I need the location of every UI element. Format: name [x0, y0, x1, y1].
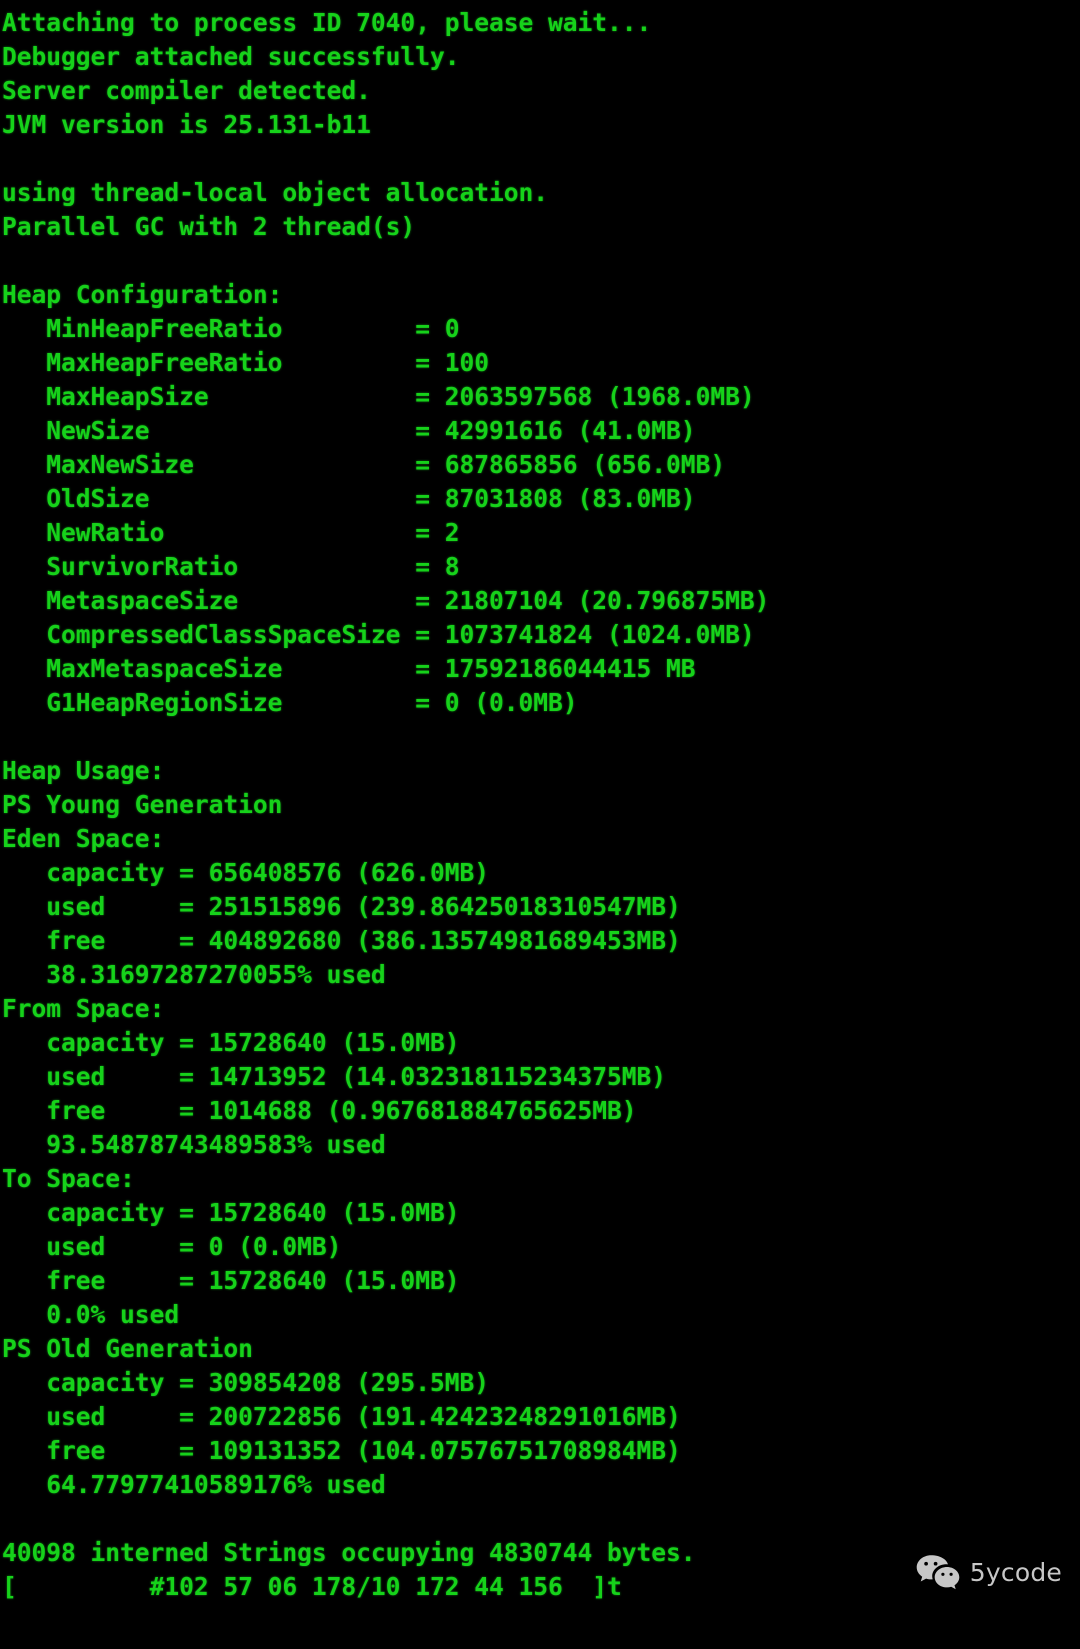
watermark: 5ycode — [915, 1553, 1062, 1591]
terminal-line: MaxMetaspaceSize = 17592186044415 MB — [2, 654, 696, 683]
terminal-line: capacity = 15728640 (15.0MB) — [2, 1198, 460, 1227]
terminal-line: capacity = 656408576 (626.0MB) — [2, 858, 489, 887]
terminal-line: Attaching to process ID 7040, please wai… — [2, 8, 652, 37]
terminal-line: used = 0 (0.0MB) — [2, 1232, 342, 1261]
terminal-line: Debugger attached successfully. — [2, 42, 460, 71]
terminal-line: MaxNewSize = 687865856 (656.0MB) — [2, 450, 726, 479]
terminal-line: free = 404892680 (386.13574981689453MB) — [2, 926, 681, 955]
terminal-line: used = 14713952 (14.032318115234375MB) — [2, 1062, 667, 1091]
terminal-line: PS Young Generation — [2, 790, 283, 819]
terminal-line: PS Old Generation — [2, 1334, 253, 1363]
terminal-line: free = 109131352 (104.07576751708984MB) — [2, 1436, 681, 1465]
terminal-line: MaxHeapSize = 2063597568 (1968.0MB) — [2, 382, 755, 411]
terminal-line: To Space: — [2, 1164, 135, 1193]
wechat-icon — [915, 1553, 961, 1591]
terminal-line: NewRatio = 2 — [2, 518, 460, 547]
terminal-line: From Space: — [2, 994, 165, 1023]
terminal-line: CompressedClassSpaceSize = 1073741824 (1… — [2, 620, 755, 649]
terminal-line: free = 15728640 (15.0MB) — [2, 1266, 460, 1295]
terminal-line: Eden Space: — [2, 824, 165, 853]
terminal-line: 93.54878743489583% used — [2, 1130, 386, 1159]
terminal-line: MinHeapFreeRatio = 0 — [2, 314, 460, 343]
terminal-line: Server compiler detected. — [2, 76, 371, 105]
terminal-line: JVM version is 25.131-b11 — [2, 110, 371, 139]
terminal-line: used = 200722856 (191.42423248291016MB) — [2, 1402, 681, 1431]
terminal-line: Parallel GC with 2 thread(s) — [2, 212, 416, 241]
terminal-line: Heap Usage: — [2, 756, 165, 785]
terminal-line: MaxHeapFreeRatio = 100 — [2, 348, 489, 377]
terminal-line: capacity = 309854208 (295.5MB) — [2, 1368, 489, 1397]
watermark-label: 5ycode — [969, 1557, 1062, 1587]
terminal-line: Heap Configuration: — [2, 280, 283, 309]
terminal-line: 64.77977410589176% used — [2, 1470, 386, 1499]
terminal-output[interactable]: Attaching to process ID 7040, please wai… — [0, 0, 1080, 1649]
terminal-line: 38.31697287270055% used — [2, 960, 386, 989]
terminal-line: used = 251515896 (239.86425018310547MB) — [2, 892, 681, 921]
terminal-line: free = 1014688 (0.967681884765625MB) — [2, 1096, 637, 1125]
terminal-line: 0.0% used — [2, 1300, 180, 1329]
terminal-line: MetaspaceSize = 21807104 (20.796875MB) — [2, 586, 770, 615]
terminal-line: OldSize = 87031808 (83.0MB) — [2, 484, 696, 513]
terminal-line: G1HeapRegionSize = 0 (0.0MB) — [2, 688, 578, 717]
terminal-line: SurvivorRatio = 8 — [2, 552, 460, 581]
terminal-line: using thread-local object allocation. — [2, 178, 548, 207]
terminal-line: capacity = 15728640 (15.0MB) — [2, 1028, 460, 1057]
terminal-line: NewSize = 42991616 (41.0MB) — [2, 416, 696, 445]
